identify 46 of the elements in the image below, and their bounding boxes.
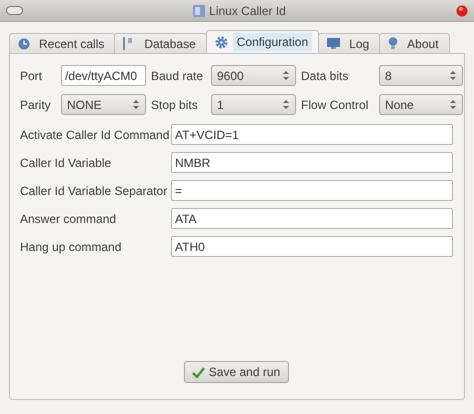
dropdown-value: 8 [385,68,392,82]
spinner-arrows-icon [133,99,139,110]
save-and-run-button[interactable]: Save and run [184,361,290,383]
field-label: Port [20,68,44,82]
dropdown-value: 1 [217,98,224,112]
input-field[interactable]: AT+VCID=1 [171,124,453,145]
field-label: Data bits [301,68,350,82]
spinner-arrows-icon [283,99,289,110]
close-icon[interactable] [456,4,468,16]
bulb-icon [388,37,398,50]
spinner-arrows-icon [450,70,456,81]
field-label: Caller Id Variable Separator [20,184,166,198]
dropdown-value: None [385,98,414,112]
tab[interactable]: About [379,33,450,53]
spinner-arrows-icon [283,70,289,81]
window-title: Linux Caller Id [209,4,286,18]
tab[interactable]: Database [114,33,207,53]
tab[interactable]: Configuration [206,30,320,53]
dropdown[interactable]: 1 [211,94,296,115]
field-label: Baud rate [151,68,204,82]
field-label: Caller Id Variable [20,156,112,170]
input-field[interactable]: ATA [171,208,453,229]
checkmark-icon [192,366,205,378]
dropdown[interactable]: 8 [379,65,463,86]
tab[interactable]: Recent calls [9,33,116,53]
input-field[interactable]: = [171,180,453,201]
dropdown-value: NONE [67,98,102,112]
field-label: Flow Control [301,98,370,112]
app-icon [193,4,206,16]
field-label: Answer command [20,212,118,226]
dropdown-value: 9600 [217,68,244,82]
field-label: Hang up command [20,240,122,254]
input-field[interactable]: NMBR [171,152,453,173]
minimize-icon[interactable] [6,6,23,15]
dropdown[interactable]: NONE [61,94,146,115]
field-label: Parity [20,98,52,112]
input-field[interactable]: /dev/ttyACM0 [61,65,146,86]
dropdown[interactable]: 9600 [211,65,296,86]
gear-icon [214,36,228,48]
field-label: Stop bits [151,98,199,112]
monitor-icon [327,38,340,49]
tab[interactable]: Log [318,33,380,53]
spinner-arrows-icon [450,99,456,110]
dropdown[interactable]: None [379,94,463,115]
input-field[interactable]: ATH0 [171,236,453,257]
clock-icon [18,38,30,50]
